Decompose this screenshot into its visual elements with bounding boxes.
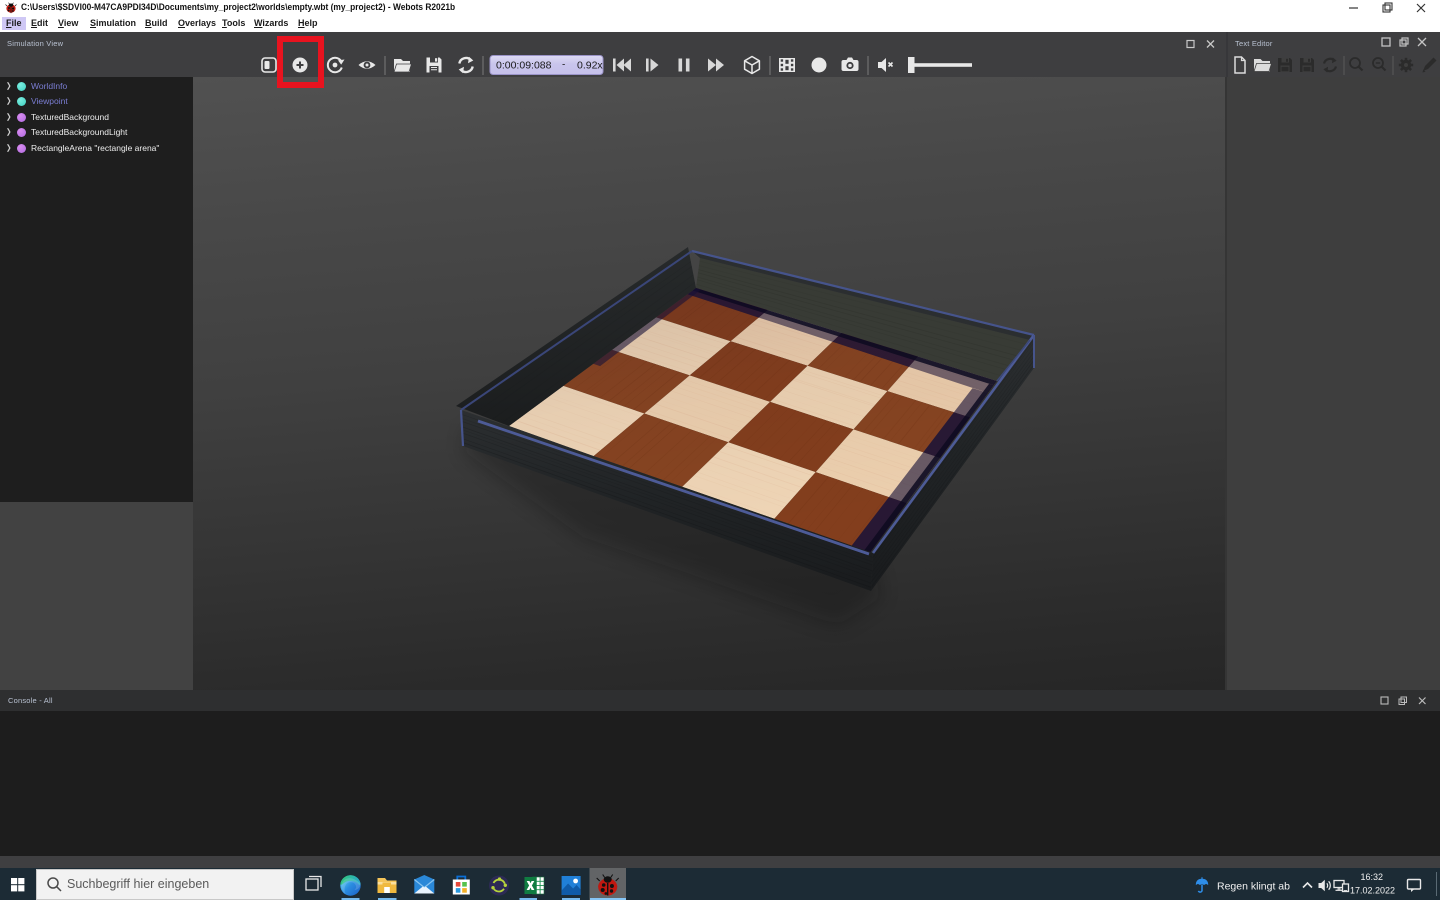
- svg-text:Regen klingt ab: Regen klingt ab: [1217, 881, 1290, 893]
- svg-text:0.92x: 0.92x: [577, 60, 603, 72]
- svg-text:-: -: [562, 60, 565, 71]
- svg-text:0:00:09:088: 0:00:09:088: [496, 60, 552, 72]
- svg-text:17.02.2022: 17.02.2022: [1350, 886, 1395, 896]
- svg-text:16:32: 16:32: [1360, 872, 1383, 882]
